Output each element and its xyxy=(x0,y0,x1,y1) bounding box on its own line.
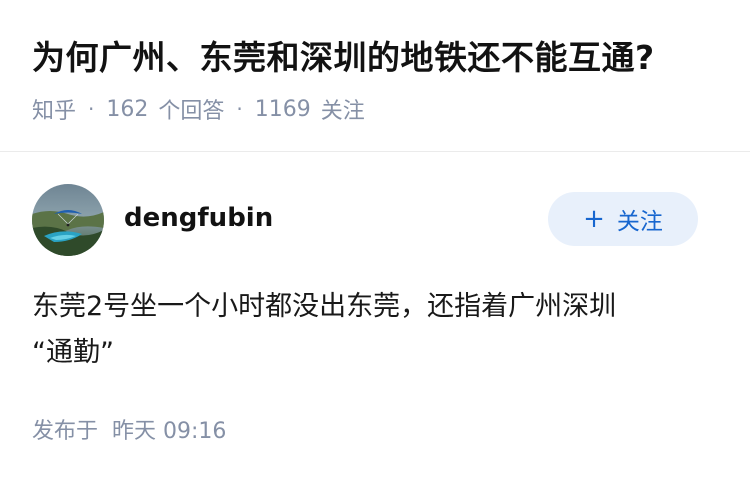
question-meta: 知乎 · 162 个回答 · 1169 关注 xyxy=(32,92,365,126)
source-label[interactable]: 知乎 xyxy=(32,93,76,125)
meta-separator: · xyxy=(88,97,95,121)
follow-button[interactable]: + 关注 xyxy=(548,192,698,246)
follower-count-label: 关注 xyxy=(320,99,365,124)
meta-separator: · xyxy=(236,97,243,121)
author-name[interactable]: dengfubin xyxy=(124,200,273,236)
paraglider-coast-avatar-icon xyxy=(32,184,104,256)
answer-body-line-1: 东莞2号坐一个小时都没出东莞，还指着广州深圳 xyxy=(32,291,617,322)
published-label: 发布于 xyxy=(32,419,99,444)
answer-timestamp: 发布于 昨天 09:16 xyxy=(32,414,226,450)
plus-icon: + xyxy=(583,204,605,234)
divider xyxy=(0,151,750,152)
zhihu-answer-page: 为何广州、东莞和深圳的地铁还不能互通? 知乎 · 162 个回答 · 1169 … xyxy=(0,0,750,482)
answer-count: 162 xyxy=(106,96,149,122)
answer-body-line-2: “通勤” xyxy=(32,337,114,368)
answer-body[interactable]: 东莞2号坐一个小时都没出东莞，还指着广州深圳 “通勤” xyxy=(32,284,722,376)
question-title[interactable]: 为何广州、东莞和深圳的地铁还不能互通? xyxy=(32,34,655,82)
published-time: 昨天 09:16 xyxy=(112,419,227,444)
answer-count-label: 个回答 xyxy=(158,99,225,124)
follow-button-label: 关注 xyxy=(616,209,663,235)
follower-count: 1169 xyxy=(254,96,311,122)
avatar[interactable] xyxy=(32,184,104,256)
